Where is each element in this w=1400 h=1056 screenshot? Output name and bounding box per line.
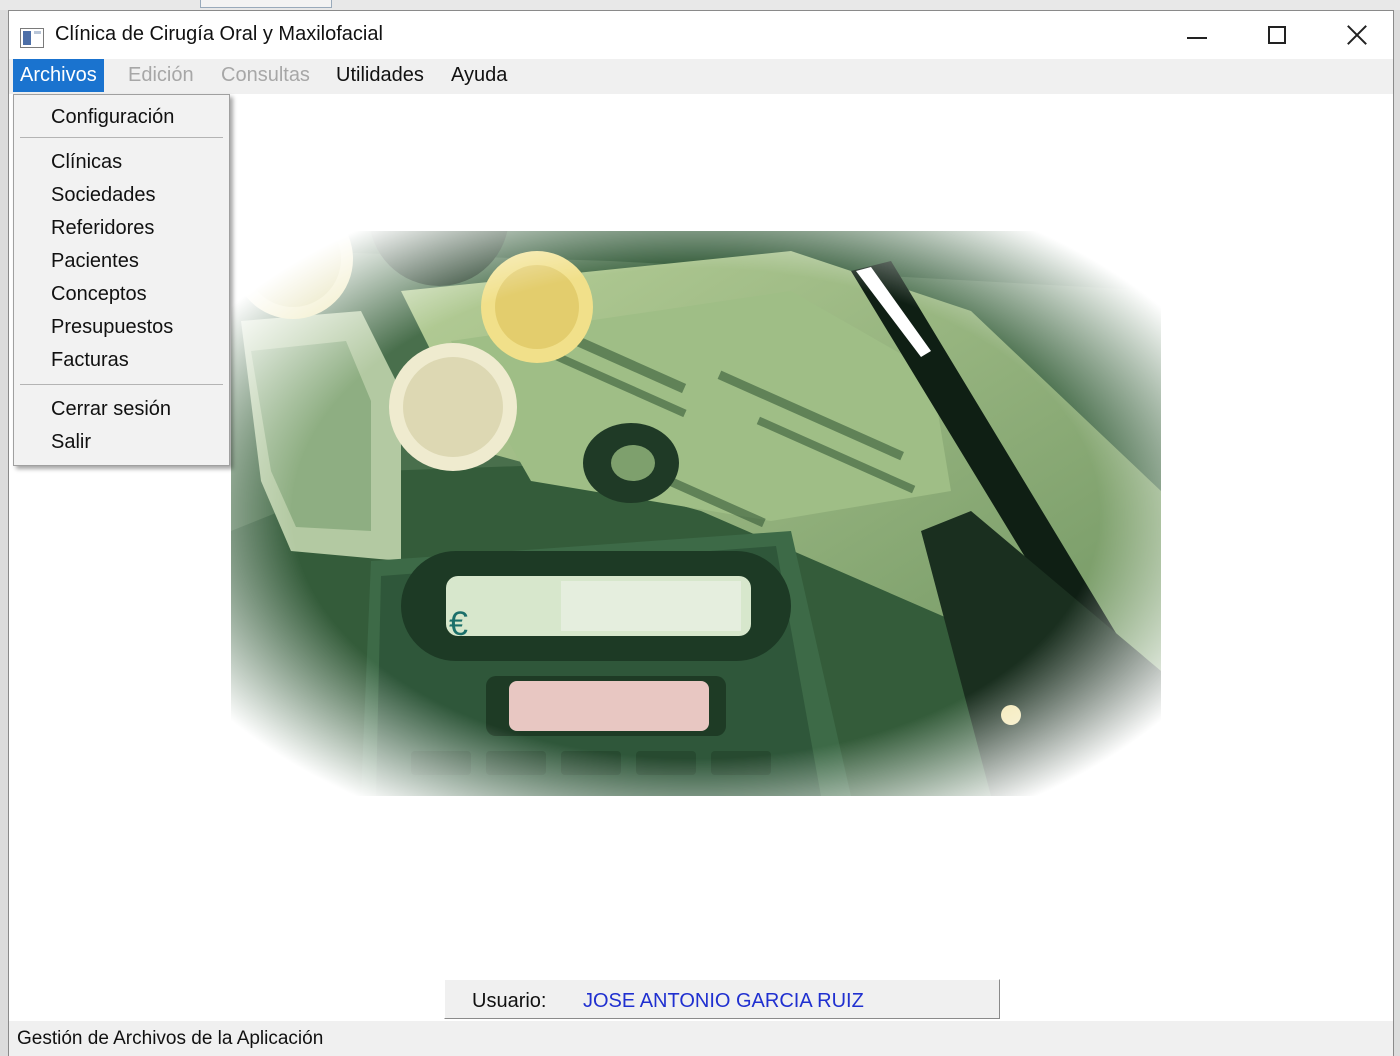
photo-illustration: € [231,231,1161,796]
menu-item-cerrar-sesion[interactable]: Cerrar sesión [14,393,229,425]
menu-item-clinicas[interactable]: Clínicas [14,146,229,178]
menu-item-conceptos[interactable]: Conceptos [14,278,229,310]
minimize-icon [1187,37,1207,39]
maximize-button[interactable] [1237,11,1317,59]
user-panel: Usuario: JOSE ANTONIO GARCIA RUIZ [444,979,1000,1019]
archivos-dropdown-menu: Configuración Clínicas Sociedades Referi… [13,94,230,466]
background-tab [200,0,332,8]
minimize-button[interactable] [1157,11,1237,59]
menu-separator [20,384,223,385]
menu-bar: Archivos Edición Consultas Utilidades Ay… [9,59,1393,94]
user-name: JOSE ANTONIO GARCIA RUIZ [583,990,864,1012]
menu-item-facturas[interactable]: Facturas [14,344,229,376]
menu-edicion: Edición [128,64,194,86]
euro-symbol: € [449,605,468,643]
background-window-strip [0,0,1400,10]
menu-item-referidores[interactable]: Referidores [14,212,229,244]
close-button[interactable] [1317,11,1397,59]
menu-item-configuracion[interactable]: Configuración [14,101,229,133]
menu-separator [20,137,223,138]
menu-ayuda[interactable]: Ayuda [444,59,514,92]
window-title: Clínica de Cirugía Oral y Maxilofacial [55,23,383,45]
menu-archivos[interactable]: Archivos [13,59,104,92]
app-window-icon[interactable] [20,28,44,48]
close-icon [1346,24,1368,46]
menu-utilidades[interactable]: Utilidades [329,59,431,92]
menu-item-presupuestos[interactable]: Presupuestos [14,311,229,343]
money-calculator-photo: € [231,231,1161,796]
menu-item-pacientes[interactable]: Pacientes [14,245,229,277]
menu-consultas: Consultas [221,64,310,86]
status-text: Gestión de Archivos de la Aplicación [17,1028,324,1049]
maximize-icon [1268,26,1286,44]
user-label: Usuario: [472,990,547,1012]
app-window: Clínica de Cirugía Oral y Maxilofacial A… [8,10,1394,1056]
menu-item-sociedades[interactable]: Sociedades [14,179,229,211]
title-bar[interactable]: Clínica de Cirugía Oral y Maxilofacial [9,11,1393,59]
status-bar: Gestión de Archivos de la Aplicación [9,1021,1393,1056]
menu-item-salir[interactable]: Salir [14,426,229,458]
